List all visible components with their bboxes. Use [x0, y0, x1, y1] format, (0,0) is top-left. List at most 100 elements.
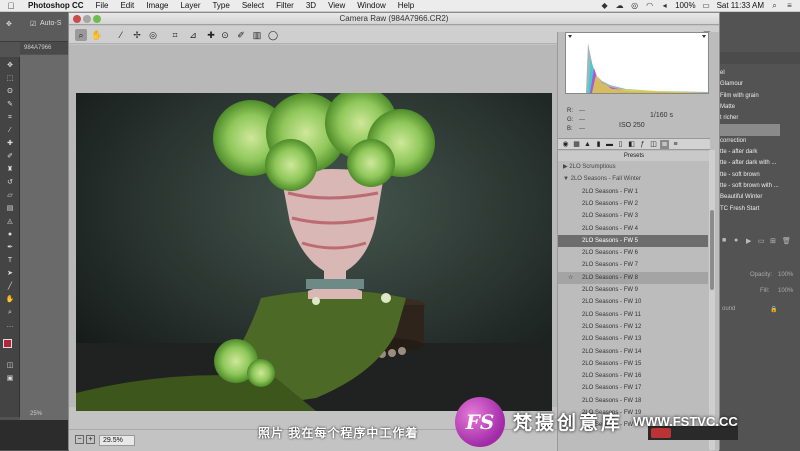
disclosure-down-icon[interactable]: ▼	[563, 176, 571, 182]
zoom-window-button[interactable]	[93, 15, 101, 23]
more-tools-icon[interactable]: …	[4, 321, 16, 331]
preset-item[interactable]: ☆ 2LO Seasons - FW 8	[558, 271, 708, 284]
action-item[interactable]: t richer	[720, 113, 780, 124]
move-tool-icon[interactable]: ✥	[6, 20, 12, 28]
move-tool-icon[interactable]: ✥	[4, 61, 16, 71]
preset-item[interactable]: 2LO Seasons - FW 2	[558, 198, 708, 210]
menu-app-name[interactable]: Photoshop CC	[22, 1, 90, 10]
quick-select-icon[interactable]: ✎	[4, 100, 16, 110]
color-sampler-icon[interactable]: ✢	[131, 29, 143, 41]
eyedropper-tool-icon[interactable]: ⁄	[4, 126, 16, 136]
fx-icon[interactable]: ƒ	[638, 140, 647, 149]
preset-item[interactable]: 2LO Seasons - FW 12	[558, 321, 708, 333]
zoom-tool-icon[interactable]: ⌕	[75, 29, 87, 41]
wifi-icon[interactable]: ◠	[645, 1, 654, 10]
volume-icon[interactable]: ◂	[660, 1, 669, 10]
menu-file[interactable]: File	[90, 1, 115, 10]
action-item[interactable]	[720, 124, 780, 136]
preset-item[interactable]: 2LO Seasons - FW 6	[558, 247, 708, 259]
ps-panel-tabstrip[interactable]	[720, 52, 800, 64]
preset-item[interactable]: 2LO Seasons - FW 1	[558, 186, 708, 198]
hand-tool-icon[interactable]: ✋	[4, 295, 16, 305]
hsl-panel-icon[interactable]: ▮	[594, 140, 603, 149]
action-item[interactable]: Glamour	[720, 79, 780, 90]
pen-tool-icon[interactable]: ✒	[4, 243, 16, 253]
preset-item[interactable]: 2LO Seasons - FW 14	[558, 346, 708, 358]
preview-photo[interactable]	[76, 93, 552, 411]
targeted-adjustment-icon[interactable]: ◎	[147, 29, 159, 41]
menu-view[interactable]: View	[322, 1, 351, 10]
minimize-window-button[interactable]	[83, 15, 91, 23]
split-toning-icon[interactable]: ▬	[605, 140, 614, 149]
preset-item[interactable]: 2LO Seasons - FW 10	[558, 296, 708, 308]
play-icon[interactable]: ▶	[746, 237, 751, 245]
battery-icon[interactable]: ▭	[702, 1, 711, 10]
zoom-level-select[interactable]: 29.5%	[99, 435, 135, 446]
type-tool-icon[interactable]: T	[4, 256, 16, 266]
spotlight-icon[interactable]: ⌕	[770, 1, 779, 11]
preset-item[interactable]: 2LO Seasons - FW 13	[558, 333, 708, 345]
lens-corrections-icon[interactable]: ▯	[616, 140, 625, 149]
red-eye-icon[interactable]: ⊙	[219, 29, 231, 41]
creative-cloud-icon[interactable]: ◎	[630, 1, 639, 10]
menu-type[interactable]: Type	[206, 1, 235, 10]
delete-icon[interactable]: 🗑	[782, 237, 791, 245]
white-balance-tool-icon[interactable]: ⁄	[115, 29, 127, 41]
healing-tool-icon[interactable]: ✚	[4, 139, 16, 149]
apple-icon[interactable]: 	[0, 1, 22, 11]
opacity-value[interactable]: 100%	[778, 272, 793, 284]
zoom-out-button[interactable]: −	[75, 435, 84, 444]
record-icon[interactable]: ●	[734, 237, 738, 244]
effects-icon[interactable]: ◧	[627, 140, 636, 149]
action-item[interactable]: tte - soft brown	[720, 170, 780, 181]
crop-tool-icon[interactable]: ⌗	[4, 113, 16, 123]
screen-mode-icon[interactable]: ▣	[4, 374, 16, 384]
foreground-color-swatch[interactable]	[3, 339, 12, 348]
dropbox-icon[interactable]: ◆	[600, 1, 609, 10]
menu-edit[interactable]: Edit	[114, 1, 140, 10]
preset-item[interactable]: 2LO Seasons - FW 11	[558, 309, 708, 321]
preset-group[interactable]: ▼ 2LO Seasons - Fall Winter	[558, 173, 708, 185]
history-brush-icon[interactable]: ↺	[4, 178, 16, 188]
quick-mask-icon[interactable]: ◫	[4, 361, 16, 371]
cloud-icon[interactable]: ☁	[615, 1, 624, 10]
camera-calibration-icon[interactable]: ◫	[649, 140, 658, 149]
preset-item[interactable]: 2LO Seasons - FW 7	[558, 259, 708, 271]
radial-filter-icon[interactable]: ◯	[267, 29, 279, 41]
menu-image[interactable]: Image	[140, 1, 174, 10]
stamp-tool-icon[interactable]: ♜	[4, 165, 16, 175]
shape-tool-icon[interactable]: ╱	[4, 282, 16, 292]
action-item[interactable]: TC Fresh Start	[720, 204, 780, 215]
menu-window[interactable]: Window	[351, 1, 391, 10]
lasso-tool-icon[interactable]: ʘ	[4, 87, 16, 97]
ps-document-tab[interactable]: 984A7966	[20, 42, 70, 54]
eraser-tool-icon[interactable]: ▱	[4, 191, 16, 201]
action-item[interactable]: tte - after dark with ...	[720, 158, 780, 169]
favorite-star-icon[interactable]: ☆	[568, 272, 573, 284]
layer-name[interactable]: ound	[722, 306, 735, 318]
presets-icon[interactable]: ≣	[660, 139, 669, 149]
close-window-button[interactable]	[73, 15, 81, 23]
path-select-icon[interactable]: ➤	[4, 269, 16, 279]
action-item[interactable]: Film with grain	[720, 91, 780, 102]
menu-help[interactable]: Help	[392, 1, 420, 10]
preset-group[interactable]: ▶ 2LO Scrumptious	[558, 161, 708, 173]
zoom-in-button[interactable]: +	[86, 435, 95, 444]
preset-item[interactable]: 2LO Seasons - FW 3	[558, 210, 708, 222]
preset-item[interactable]: 2LO Seasons - FW 16	[558, 370, 708, 382]
action-item[interactable]: el	[720, 68, 780, 79]
menu-3d[interactable]: 3D	[300, 1, 322, 10]
stop-icon[interactable]: ■	[722, 237, 726, 244]
preset-item[interactable]: 2LO Seasons - FW 5	[558, 234, 708, 248]
menu-filter[interactable]: Filter	[270, 1, 300, 10]
action-item[interactable]: tte - after dark	[720, 147, 780, 158]
fill-value[interactable]: 100%	[778, 288, 793, 300]
detail-panel-icon[interactable]: ▲	[583, 140, 592, 149]
marquee-tool-icon[interactable]: ⬚	[4, 74, 16, 84]
tone-curve-icon[interactable]: ▦	[572, 140, 581, 149]
dodge-tool-icon[interactable]: ●	[4, 230, 16, 240]
action-item[interactable]: tte - soft brown with ...	[720, 181, 780, 192]
notification-center-icon[interactable]: ≡	[785, 1, 794, 10]
presets-scroll-thumb[interactable]	[710, 210, 714, 290]
gradient-tool-icon[interactable]: ▤	[4, 204, 16, 214]
